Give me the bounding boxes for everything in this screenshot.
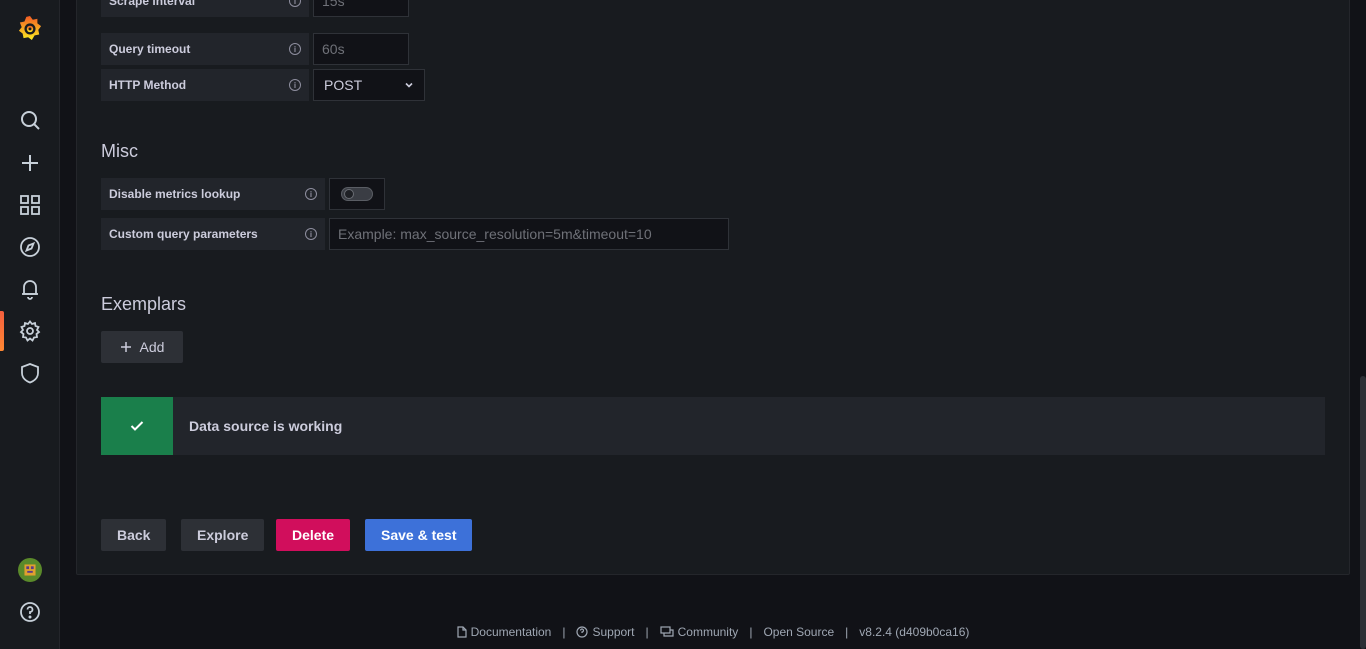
- custom-query-parameters-input[interactable]: Example: max_source_resolution=5m&timeou…: [329, 218, 729, 250]
- custom-query-parameters-row: Custom query parameters i Example: max_s…: [101, 218, 729, 250]
- misc-section-title: Misc: [101, 141, 138, 161]
- query-timeout-row: Query timeout i 60s: [101, 33, 409, 65]
- main-content: Scrape interval i 15s Query timeout i 60…: [60, 0, 1366, 649]
- delete-button[interactable]: Delete: [276, 519, 351, 551]
- footer: Documentation | Support | Community | Op…: [60, 623, 1366, 641]
- check-icon: [130, 421, 144, 431]
- question-circle-icon: [576, 626, 589, 638]
- disable-metrics-lookup-label: Disable metrics lookup i: [101, 178, 325, 210]
- info-icon[interactable]: i: [305, 188, 317, 200]
- search-icon[interactable]: [18, 108, 42, 132]
- scrape-interval-row: Scrape interval i 15s: [101, 0, 409, 17]
- footer-version: v8.2.4 (d409b0ca16): [859, 625, 970, 639]
- gear-icon[interactable]: [18, 319, 42, 343]
- explore-icon[interactable]: [18, 235, 42, 259]
- http-method-row: HTTP Method i POST: [101, 69, 425, 101]
- avatar[interactable]: [18, 558, 42, 582]
- footer-documentation-link[interactable]: Documentation: [457, 625, 551, 639]
- success-alert: Data source is working: [101, 397, 1325, 455]
- grafana-logo-icon[interactable]: [18, 16, 42, 40]
- footer-open-source-link[interactable]: Open Source: [763, 625, 834, 639]
- alert-icon-box: [101, 397, 173, 455]
- info-icon[interactable]: i: [289, 79, 301, 91]
- alert-message: Data source is working: [189, 418, 343, 434]
- footer-community-link[interactable]: Community: [660, 625, 738, 639]
- comment-icon: [660, 626, 674, 637]
- toggle-switch[interactable]: [341, 187, 373, 201]
- document-icon: [457, 626, 467, 638]
- save-test-button[interactable]: Save & test: [365, 519, 473, 551]
- shield-icon[interactable]: [18, 361, 42, 385]
- scrape-interval-input[interactable]: 15s: [313, 0, 409, 17]
- chevron-down-icon: [405, 82, 413, 88]
- info-icon[interactable]: i: [289, 43, 301, 55]
- scrape-interval-label: Scrape interval i: [101, 0, 309, 17]
- toggle-knob: [344, 189, 354, 199]
- info-icon[interactable]: i: [305, 228, 317, 240]
- back-button[interactable]: Back: [101, 519, 167, 551]
- scrollbar[interactable]: [1360, 376, 1366, 649]
- sidebar: [0, 0, 60, 649]
- disable-metrics-lookup-row: Disable metrics lookup i: [101, 178, 385, 210]
- bell-icon[interactable]: [18, 277, 42, 301]
- exemplars-section-title: Exemplars: [101, 294, 187, 314]
- add-exemplar-button[interactable]: Add: [101, 331, 183, 363]
- plus-icon[interactable]: [18, 151, 42, 175]
- dashboards-icon[interactable]: [18, 193, 42, 217]
- query-timeout-input[interactable]: 60s: [313, 33, 409, 65]
- http-method-label: HTTP Method i: [101, 69, 309, 101]
- active-indicator: [0, 311, 4, 351]
- footer-support-link[interactable]: Support: [576, 625, 635, 639]
- plus-icon: [120, 342, 131, 352]
- query-timeout-label: Query timeout i: [101, 33, 309, 65]
- info-icon[interactable]: i: [289, 0, 301, 7]
- http-method-select[interactable]: POST: [313, 69, 425, 101]
- explore-button[interactable]: Explore: [181, 519, 265, 551]
- help-icon[interactable]: [18, 600, 42, 624]
- settings-panel: Scrape interval i 15s Query timeout i 60…: [76, 0, 1350, 575]
- disable-metrics-lookup-toggle[interactable]: [329, 178, 385, 210]
- custom-query-parameters-label: Custom query parameters i: [101, 218, 325, 250]
